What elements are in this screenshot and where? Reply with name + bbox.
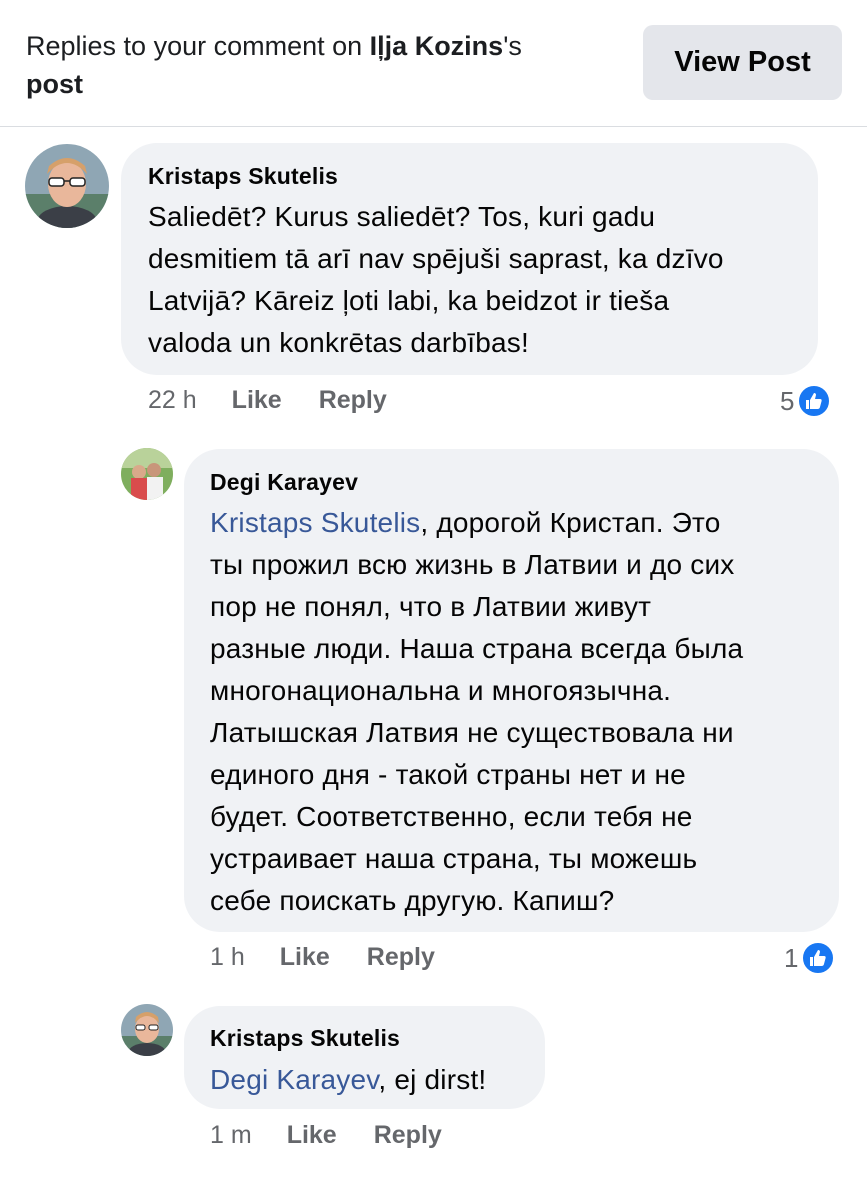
comment-2-line-5: многонациональна и многоязычна. <box>210 675 672 706</box>
comment-1-actions: 22 h Like Reply <box>148 386 387 415</box>
avatar-degi[interactable] <box>121 448 173 500</box>
header-title: Replies to your comment on Iļja Kozins's… <box>26 27 606 103</box>
comment-2-line-1: Kristaps Skutelis, дорогой Кристап. Это <box>210 502 835 544</box>
comment-2-reactions[interactable]: 1 <box>784 941 836 975</box>
comment-2-time[interactable]: 1 h <box>210 943 245 972</box>
comment-1-line-4: valoda un konkrētas darbības! <box>148 327 529 358</box>
comment-1-reply-button[interactable]: Reply <box>319 386 387 415</box>
comment-2-line-2: ты прожил всю жизнь в Латвии и до сих <box>210 549 735 580</box>
comment-2-mention-link[interactable]: Kristaps Skutelis <box>210 507 420 538</box>
comment-2-line-6: Латышская Латвия не существовала ни <box>210 717 734 748</box>
comment-2-line-10: себе поискать другую. Капиш? <box>210 885 615 916</box>
avatar-kristaps[interactable] <box>25 144 109 228</box>
comment-2-line-4: разные люди. Наша страна всегда была <box>210 633 744 664</box>
comment-1-line-1: Saliedēt? Kurus saliedēt? Tos, kuri gadu <box>148 201 656 232</box>
view-post-button[interactable]: View Post <box>643 25 842 100</box>
comment-3-reply-button[interactable]: Reply <box>374 1121 442 1150</box>
comment-1-line-2: desmitiem tā arī nav spējuši saprast, ka… <box>148 243 724 274</box>
comment-3-actions: 1 m Like Reply <box>210 1121 442 1150</box>
comment-2-line-3: пор не понял, что в Латвии живут <box>210 591 652 622</box>
comment-3-mention-link[interactable]: Degi Karayev <box>210 1064 378 1095</box>
comment-2-line-7: единого дня - такой страны нет и не <box>210 759 686 790</box>
comment-2-like-button[interactable]: Like <box>280 943 330 972</box>
comment-1-time[interactable]: 22 h <box>148 386 197 415</box>
comment-2-actions: 1 h Like Reply <box>210 943 435 972</box>
comment-1-text: Saliedēt? Kurus saliedēt? Tos, kuri gadu… <box>148 196 808 364</box>
avatar-kristaps-small[interactable] <box>121 1004 173 1056</box>
comment-3-line-1: Degi Karayev, ej dirst! <box>210 1059 540 1101</box>
notification-header: Replies to your comment on Iļja Kozins's… <box>0 0 867 127</box>
comment-1-author[interactable]: Kristaps Skutelis <box>148 163 338 190</box>
comment-1-reactions[interactable]: 5 <box>780 384 832 418</box>
comment-2-reply-button[interactable]: Reply <box>367 943 435 972</box>
comment-3-text: Degi Karayev, ej dirst! <box>210 1059 540 1101</box>
comment-1-line-3: Latvijā? Kāreiz ļoti labi, ka beidzot ir… <box>148 285 670 316</box>
header-prefix: Replies to your comment on <box>26 31 370 61</box>
comment-2-line-9: устраивает наша страна, ты можешь <box>210 843 698 874</box>
like-thumb-icon <box>797 384 832 418</box>
comment-3-like-button[interactable]: Like <box>287 1121 337 1150</box>
comment-1-like-button[interactable]: Like <box>232 386 282 415</box>
avatar-degi-image <box>121 448 173 500</box>
avatar-kristaps-image <box>25 144 109 228</box>
comment-2-line-8: будет. Соответственно, если тебя не <box>210 801 693 832</box>
comment-2-author[interactable]: Degi Karayev <box>210 469 358 496</box>
comment-3-time[interactable]: 1 m <box>210 1121 252 1150</box>
comment-2-line-1-rest: , дорогой Кристап. Это <box>420 507 721 538</box>
comment-3-line-1-rest: , ej dirst! <box>378 1064 487 1095</box>
like-thumb-icon <box>801 941 836 975</box>
post-author-name[interactable]: Iļja Kozins <box>370 31 504 61</box>
comment-1-reaction-count: 5 <box>780 385 795 416</box>
avatar-kristaps-small-image <box>121 1004 173 1056</box>
comment-2-reaction-count: 1 <box>784 942 799 973</box>
comment-3-author[interactable]: Kristaps Skutelis <box>210 1025 400 1052</box>
comment-2-text: Kristaps Skutelis, дорогой Кристап. Это … <box>210 502 835 922</box>
post-word: post <box>26 69 83 99</box>
header-suffix: 's <box>503 31 522 61</box>
